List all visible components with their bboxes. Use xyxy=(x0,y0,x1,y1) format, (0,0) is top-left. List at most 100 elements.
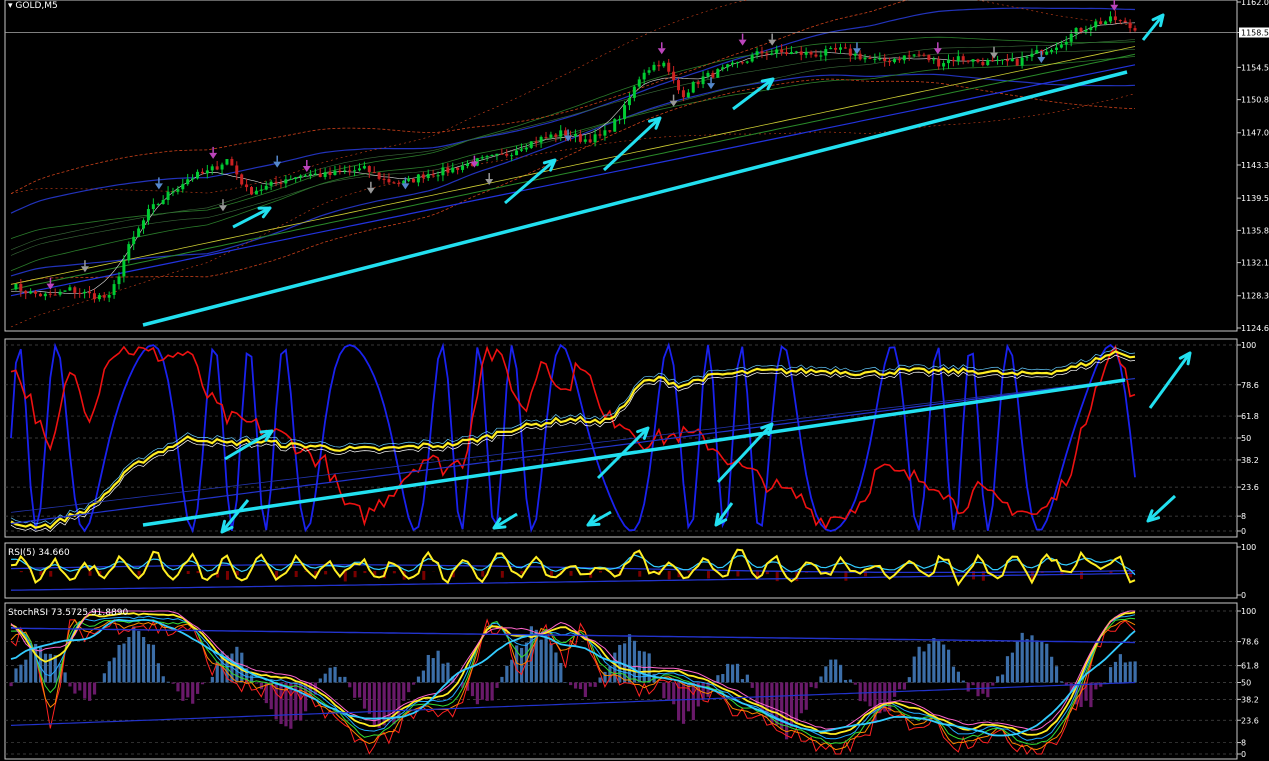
candle-body xyxy=(1074,28,1078,34)
stoch-hist-bar xyxy=(1059,681,1064,683)
candle-body xyxy=(991,60,995,62)
stoch-hist-bar xyxy=(819,676,823,683)
candle-body xyxy=(392,182,396,184)
candle-body xyxy=(112,284,116,295)
stoch-hist-bar xyxy=(68,682,72,687)
stoch-hist-bar xyxy=(387,682,391,722)
candle-body xyxy=(691,82,695,93)
oscillator-panel xyxy=(5,342,1237,534)
candle-body xyxy=(92,293,96,300)
candle-body xyxy=(500,153,504,155)
trend-ma-blue xyxy=(10,64,1136,297)
candle-body xyxy=(662,62,666,67)
candle-body xyxy=(770,53,774,55)
candle-body xyxy=(868,57,872,60)
stoch-hist-bar xyxy=(323,673,327,683)
stoch-hist-bar xyxy=(171,682,175,684)
candle-body xyxy=(1099,21,1103,25)
osc-up-arrow xyxy=(716,422,774,484)
candle-body xyxy=(313,173,317,175)
candle-body xyxy=(603,130,607,136)
stoch-hist-bar xyxy=(362,682,367,709)
osc-down-arrow xyxy=(220,499,250,533)
candle-body xyxy=(1054,47,1058,51)
candle-body xyxy=(932,59,936,61)
candle-body xyxy=(367,166,371,173)
fractal-marker xyxy=(1037,57,1046,64)
stoch-hist-bar xyxy=(176,682,180,692)
trend-arrow xyxy=(504,158,556,205)
candle-body xyxy=(652,64,656,71)
price-label: 1132.1 xyxy=(1241,259,1269,268)
candle-body xyxy=(1069,33,1073,42)
stoch-hist-bar xyxy=(1025,639,1029,683)
candle-body xyxy=(878,58,882,60)
candle-body xyxy=(1015,58,1019,66)
stoch-hist-bar xyxy=(181,682,185,701)
stoch-hist-bar xyxy=(495,682,499,688)
stoch-hist-bar xyxy=(1089,682,1093,708)
candle-body xyxy=(519,149,523,151)
stoch-hist-bar xyxy=(9,682,13,687)
candle-body xyxy=(549,134,553,138)
stoch-hist-bar xyxy=(1113,661,1118,683)
stoch-hist-bar xyxy=(353,682,357,698)
stoch-hist-bar xyxy=(843,679,848,683)
stoch-hist-bar xyxy=(986,682,990,698)
candle-body xyxy=(1025,56,1029,58)
candle-body xyxy=(215,166,219,170)
stoch-hist-bar xyxy=(142,637,146,683)
candle-body xyxy=(353,170,357,172)
candle-body xyxy=(323,172,327,177)
price-label: 1135.8 xyxy=(1241,226,1269,235)
stochrsi-title: StochRSI 73.5725 91.8890 xyxy=(8,608,129,618)
stoch-hist-bar xyxy=(348,682,352,688)
stoch-hist-bar xyxy=(441,663,445,683)
candle-body xyxy=(102,295,106,298)
candle-body xyxy=(83,291,87,294)
stoch-hist-bar xyxy=(43,653,48,683)
stoch-hist-bar xyxy=(146,644,151,683)
stoch-hist-bar xyxy=(411,682,416,685)
stoch-hist-bar xyxy=(681,682,686,724)
stoch-hist-bar xyxy=(603,671,607,683)
candle-body xyxy=(775,49,779,54)
slow-ma-blue-2 xyxy=(10,378,1136,513)
stoch-label: 8 xyxy=(1241,739,1246,748)
candle-body xyxy=(637,79,641,87)
candle-body xyxy=(510,155,514,157)
stoch-hist-bar xyxy=(83,682,87,699)
stoch-hist-bar xyxy=(338,676,342,683)
rsi-hist-bar xyxy=(392,571,396,574)
stoch-hist-bar xyxy=(470,682,475,697)
candle-body xyxy=(127,244,131,261)
fractal-marker xyxy=(154,183,163,190)
stoch-hist-bar xyxy=(549,643,553,683)
candle-body xyxy=(922,54,926,56)
candle-body xyxy=(48,293,52,295)
stoch-hist-bar xyxy=(559,662,563,683)
candle-body xyxy=(529,141,533,148)
candle-body xyxy=(1128,22,1132,29)
candle-body xyxy=(809,51,813,55)
candle-body xyxy=(524,147,528,150)
candle-body xyxy=(613,119,617,132)
candle-body xyxy=(137,228,141,237)
band-line xyxy=(10,0,909,195)
band-line xyxy=(10,7,1136,214)
candle-body xyxy=(220,164,224,170)
candle-body xyxy=(863,57,867,60)
candle-body xyxy=(951,59,955,62)
candle-body xyxy=(441,167,445,176)
rsi-hist-bar xyxy=(225,571,229,580)
candle-body xyxy=(303,175,307,177)
gold-m5-chart: 1162.0 1158.5 1154.5 1150.8 1147.0 1143.3 1139… xyxy=(4,0,1269,760)
candle-body xyxy=(88,291,92,294)
stoch-hist-bar xyxy=(191,682,195,704)
fractal-marker xyxy=(209,152,218,159)
osc-label: 0 xyxy=(1241,527,1246,536)
candle-body xyxy=(14,283,18,290)
stoch-hist-bar xyxy=(1045,643,1049,683)
candle-body xyxy=(151,204,155,210)
candle-body xyxy=(642,72,646,80)
